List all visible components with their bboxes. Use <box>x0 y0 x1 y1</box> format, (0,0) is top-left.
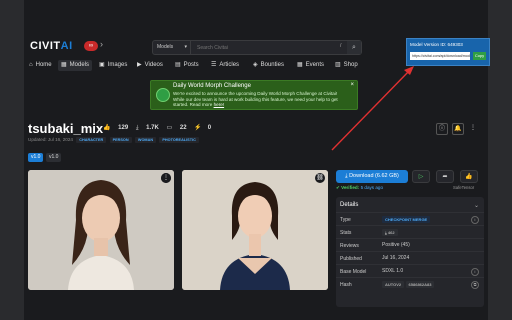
chevron-down-icon-2[interactable]: ⌄ <box>474 202 479 209</box>
download-icon: ⤓ <box>135 125 139 131</box>
model-meta: Updated: Jul 16, 2024 CHARACTER PERSON W… <box>28 137 199 143</box>
nav-shop[interactable]: ▥ Shop <box>332 60 361 71</box>
detail-row-base-model: Base Model SDXL 1.0 i <box>336 264 484 278</box>
announcement-banner: Daily World Morph Challenge We're excite… <box>150 80 358 110</box>
events-icon: ▦ <box>297 62 303 68</box>
detail-row-hash: Hash AUTOV2 6586862A83 ⧉ <box>336 277 484 291</box>
thumbs-up-button[interactable]: 👍 <box>460 170 478 183</box>
home-icon: ⌂ <box>29 62 33 68</box>
details-header: Details <box>340 202 359 208</box>
info-icon[interactable]: ⓘ <box>436 123 448 135</box>
detail-row-reviews: Reviews Positive (45) <box>336 238 484 252</box>
thumbs-up-icon: 👍 <box>103 125 111 131</box>
posts-icon: ▤ <box>175 62 181 68</box>
comment-icon: ▭ <box>166 125 173 131</box>
banner-link[interactable]: here! <box>214 102 224 107</box>
like-count: 👍 129 <box>103 125 129 131</box>
tag-photorealistic[interactable]: PHOTOREALISTIC <box>159 137 199 143</box>
detail-row-published: Published Jul 16, 2024 <box>336 251 484 265</box>
nav-videos[interactable]: ▶ Videos <box>134 60 166 71</box>
verified-status: ✔ Verified: 5 days ago <box>336 185 384 190</box>
nav-bounties[interactable]: ◈ Bounties <box>250 60 287 71</box>
models-icon: ▦ <box>61 62 67 68</box>
safetensor-label: SafeTensor <box>453 185 475 190</box>
more-menu-icon[interactable]: ⋮ <box>468 123 478 133</box>
images-icon: ▣ <box>99 62 105 68</box>
close-icon[interactable]: × <box>350 82 354 88</box>
chevron-right-icon[interactable]: › <box>100 39 103 49</box>
download-button[interactable]: ⤓ Download (6.62 GB) <box>336 170 408 183</box>
details-panel: Details ⌄ Type CHECKPOINT MERGE i Stats … <box>336 197 484 307</box>
search-input[interactable] <box>195 42 329 54</box>
portrait-woman-2 <box>182 170 328 290</box>
creator-badge[interactable]: ∞ <box>84 41 98 51</box>
banner-description: We're excited to announce the upcoming D… <box>173 91 338 107</box>
model-title: tsubaki_mix <box>28 121 104 136</box>
bounties-icon: ◈ <box>253 62 258 68</box>
search-category-select[interactable]: Models ▾ <box>153 41 191 54</box>
civitai-logo[interactable]: CIVITAI <box>30 40 73 52</box>
nav-models[interactable]: ▦ Models <box>58 60 93 71</box>
detail-row-type: Type CHECKPOINT MERGE i <box>336 212 484 226</box>
nav-events[interactable]: ▦ Events <box>294 60 327 71</box>
search-bar: Models▾ / ⌕ <box>152 40 362 55</box>
detail-row-stats: Stats ⤓ 462 <box>336 225 484 239</box>
model-preview-image-1[interactable]: ⋮ <box>28 170 174 290</box>
version-tab-v1[interactable]: v1.0 <box>46 153 62 162</box>
version-tab-v1-active[interactable]: v1.0 <box>28 153 44 162</box>
articles-icon: ☰ <box>211 62 217 68</box>
bell-icon[interactable]: 🔔 <box>452 123 464 135</box>
videos-icon: ▶ <box>137 62 142 68</box>
more-options-icon-2[interactable]: ⋮ <box>161 173 171 183</box>
left-margin <box>0 0 24 320</box>
download-url-field[interactable]: https://civitai.com/api/download/models/… <box>410 52 470 60</box>
banner-title: Daily World Morph Challenge <box>173 83 251 89</box>
nav-articles[interactable]: ☰ Articles <box>208 60 242 71</box>
link-icon[interactable]: ⛓ <box>315 173 325 183</box>
bolt-icon: ⚡ <box>194 125 202 131</box>
shop-icon: ▥ <box>335 62 341 68</box>
info-icon-2[interactable]: i <box>471 216 479 224</box>
tag-person[interactable]: PERSON <box>109 137 132 143</box>
tag-woman[interactable]: WOMAN <box>134 137 157 143</box>
model-stats: 👍 129 ⤓ 1.7K ▭ 22 ⚡ 0 <box>103 124 217 132</box>
comment-count: ▭ 22 <box>166 125 187 131</box>
portrait-woman-1 <box>28 170 174 290</box>
right-margin <box>488 0 512 320</box>
nav-images[interactable]: ▣ Images <box>96 60 130 71</box>
globe-icon <box>156 88 170 102</box>
info-icon-3[interactable]: i <box>471 268 479 276</box>
search-shortcut: / <box>340 43 342 49</box>
chevron-down-icon: ▾ <box>184 44 187 50</box>
nav-posts[interactable]: ▤ Posts <box>172 60 202 71</box>
copy-button[interactable]: Copy <box>473 52 486 60</box>
copy-icon[interactable]: ⧉ <box>471 281 479 289</box>
nav-home[interactable]: ⌂ Home <box>26 60 55 71</box>
version-id-label: Model Version ID: 649303 <box>410 42 463 47</box>
tag-character[interactable]: CHARACTER <box>76 137 107 143</box>
search-icon[interactable]: ⌕ <box>347 41 361 54</box>
share-button[interactable]: ➦ <box>436 170 454 183</box>
download-count: ⤓ 1.7K <box>135 125 159 131</box>
updated-date: Updated: Jul 16, 2024 <box>28 137 73 142</box>
version-id-popup: Model Version ID: 649303 https://civitai… <box>406 38 490 66</box>
play-button[interactable]: ▷ <box>412 170 430 183</box>
buzz-count: ⚡ 0 <box>194 125 212 131</box>
model-preview-image-2[interactable]: ⛓ <box>182 170 328 290</box>
